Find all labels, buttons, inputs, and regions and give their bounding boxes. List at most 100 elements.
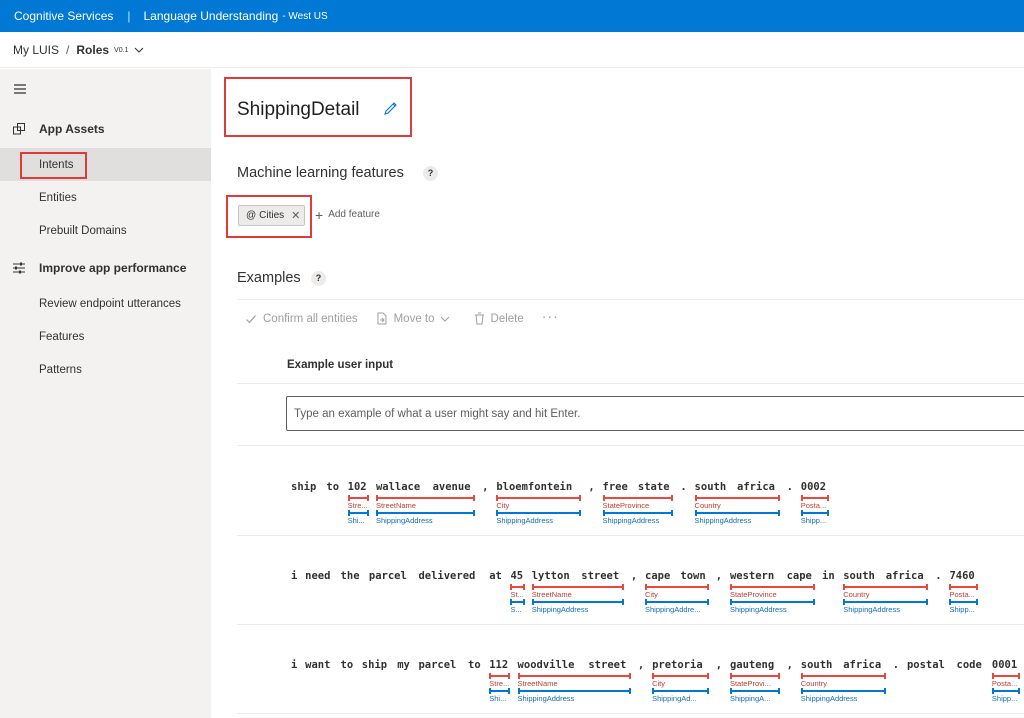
breadcrumb-app-name[interactable]: Roles [76,43,109,57]
utterance-token[interactable]: 102 [348,481,367,493]
utterance-token[interactable]: my [397,659,410,671]
utterance-token[interactable]: africa [886,570,924,582]
sidebar-item-entities[interactable]: Entities [0,181,211,214]
sidebar-item-patterns[interactable]: Patterns [0,353,211,386]
utterance-token[interactable]: , [482,481,488,493]
role-label[interactable]: ShippingAddress [518,694,575,703]
entity-underline[interactable] [375,495,476,501]
utterance-token[interactable]: , [588,481,594,493]
utterance-token[interactable]: , [716,570,722,582]
role-label[interactable]: Shipp... [801,516,826,525]
entity-label[interactable]: Country [843,590,869,599]
utterance-token[interactable]: woodville [518,659,575,671]
utterance-token[interactable]: africa [737,481,775,493]
role-underline[interactable] [729,688,780,694]
entity-label[interactable]: Stre... [348,501,368,510]
entity-underline[interactable] [489,673,511,679]
utterance-token[interactable]: delivered [418,570,475,582]
utterance-token[interactable]: cape [787,570,812,582]
entity-underline[interactable] [496,495,582,501]
help-icon[interactable]: ? [423,166,438,181]
entity-underline[interactable] [991,673,1021,679]
entity-label[interactable]: StreetName [376,501,416,510]
role-underline[interactable] [800,510,830,516]
more-options-button[interactable]: ··· [542,308,559,324]
role-label[interactable]: ShippingAddress [843,605,900,614]
utterance-token[interactable]: street [581,570,619,582]
role-underline[interactable] [843,599,929,605]
help-icon[interactable]: ? [311,271,326,286]
role-label[interactable]: ShippingAddress [376,516,433,525]
entity-label[interactable]: StateProvince [730,590,777,599]
role-underline[interactable] [347,510,370,516]
role-label[interactable]: ShippingAddress [730,605,787,614]
role-underline[interactable] [729,599,815,605]
entity-label[interactable]: Posta... [992,679,1017,688]
utterance-token[interactable]: wallace [376,481,420,493]
entity-label[interactable]: Country [695,501,721,510]
role-underline[interactable] [496,510,582,516]
role-label[interactable]: ShippingAddress [695,516,752,525]
sidebar-group-app-assets[interactable]: App Assets [0,114,211,144]
utterance-token[interactable]: 7460 [949,570,974,582]
utterance-token[interactable]: code [957,659,982,671]
role-underline[interactable] [949,599,979,605]
service-name[interactable]: Language Understanding [144,9,279,23]
sidebar-item-review-endpoint-utterances[interactable]: Review endpoint utterances [0,287,211,320]
role-underline[interactable] [652,688,709,694]
breadcrumb-root[interactable]: My LUIS [13,43,59,57]
entity-underline[interactable] [645,584,709,590]
role-underline[interactable] [517,688,632,694]
utterance-token[interactable]: 0002 [801,481,826,493]
utterance-token[interactable]: the [341,570,360,582]
role-label[interactable]: ShippingAddre... [645,605,700,614]
utterance-token[interactable]: ship [362,659,387,671]
utterance-token[interactable]: in [822,570,835,582]
utterance-token[interactable]: cape [645,570,670,582]
role-label[interactable]: ShippingAddress [801,694,858,703]
utterance-token[interactable]: ship [291,481,316,493]
hamburger-menu-icon[interactable] [13,83,27,95]
role-underline[interactable] [489,688,511,694]
entity-label[interactable]: StreetName [532,590,572,599]
sidebar-item-features[interactable]: Features [0,320,211,353]
entity-underline[interactable] [347,495,370,501]
role-label[interactable]: ShippingAddress [603,516,660,525]
entity-label[interactable]: Stre... [489,679,509,688]
utterance-token[interactable]: . [787,481,793,493]
entity-underline[interactable] [510,584,525,590]
utterance-token[interactable]: i [291,659,297,671]
sidebar-group-improve-app-performance[interactable]: Improve app performance [0,253,211,283]
role-underline[interactable] [694,510,780,516]
entity-underline[interactable] [531,584,624,590]
utterance-token[interactable]: , [638,659,644,671]
utterance-token[interactable]: south [801,659,833,671]
product-name[interactable]: Cognitive Services [14,9,113,23]
role-label[interactable]: Shipp... [992,694,1017,703]
utterance-token[interactable]: state [638,481,670,493]
role-label[interactable]: Shi... [348,516,365,525]
utterance-token[interactable]: need [305,570,330,582]
delete-button[interactable]: Delete [474,312,524,325]
utterance-token[interactable]: bloemfontein [496,481,572,493]
role-label[interactable]: S... [510,605,521,614]
utterance-token[interactable]: free [603,481,628,493]
utterance-token[interactable]: 45 [510,570,523,582]
entity-label[interactable]: StreetName [518,679,558,688]
role-label[interactable]: ShippingA... [730,694,770,703]
role-label[interactable]: Shipp... [949,605,974,614]
utterance-token[interactable]: south [695,481,727,493]
role-underline[interactable] [375,510,476,516]
utterance-token[interactable]: to [468,659,481,671]
entity-label[interactable]: Country [801,679,827,688]
utterance-token[interactable]: street [588,659,626,671]
utterance-token[interactable]: . [680,481,686,493]
example-input-field[interactable]: Type an example of what a user might say… [286,396,1024,431]
role-underline[interactable] [510,599,525,605]
entity-label[interactable]: Posta... [949,590,974,599]
entity-underline[interactable] [949,584,979,590]
entity-underline[interactable] [800,495,830,501]
utterance-token[interactable]: parcel [418,659,456,671]
utterance-token[interactable]: pretoria [652,659,703,671]
utterance-token[interactable]: , [716,659,722,671]
